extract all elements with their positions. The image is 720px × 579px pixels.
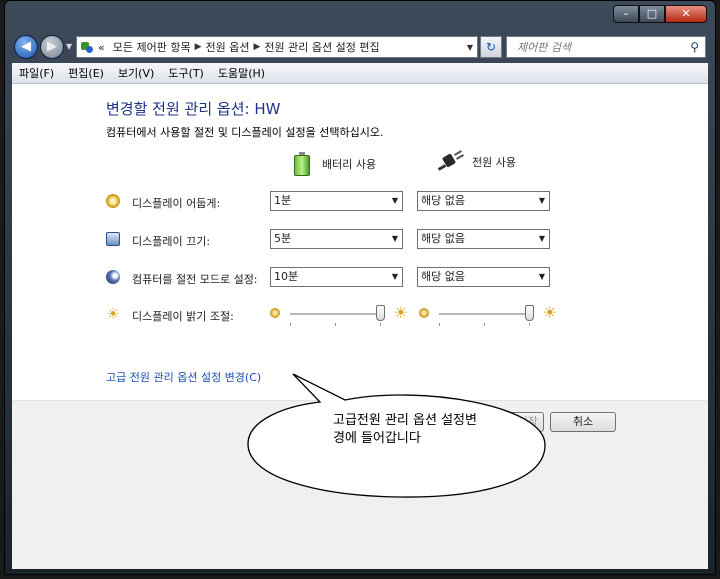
setting-label: 디스플레이 밝기 조절: [132,310,234,323]
dim-display-battery-select[interactable]: 1분 ▼ [270,191,403,211]
breadcrumb-separator-icon[interactable]: ▶ [195,42,202,52]
display-off-ac-select[interactable]: 해당 없음 ▼ [417,229,550,249]
address-dropdown-chevron-icon[interactable]: ▼ [467,43,473,52]
slider-tick [335,323,336,326]
sleep-icon [106,270,120,284]
menu-help[interactable]: 도움말(H) [211,65,272,81]
close-button[interactable]: ✕ [665,5,707,23]
slider-tick [529,323,530,326]
display-off-icon [106,232,120,246]
breadcrumb-all-items[interactable]: 모든 제어판 항목 [113,39,191,55]
dropdown-arrow-icon: ▼ [538,196,545,205]
slider-thumb[interactable] [376,305,385,321]
brightness-low-icon [270,308,280,318]
setting-label: 디스플레이 끄기: [132,235,211,248]
callout-text: 고급전원 관리 옵션 설정변경에 들어갑니다 [333,413,477,446]
select-value: 해당 없음 [421,232,465,245]
control-panel-icon [80,40,94,54]
slider-tick [380,323,381,326]
slider-tick [439,323,440,326]
slider-tick [484,323,485,326]
select-value: 1분 [274,194,292,207]
breadcrumb-lead[interactable]: « [98,41,105,54]
ac-column-label: 전원 사용 [472,156,516,169]
advanced-settings-link[interactable]: 고급 전원 관리 옵션 설정 변경(C) [106,369,261,385]
brightness-high-icon: ☀ [542,303,557,322]
dropdown-arrow-icon: ▼ [391,234,398,243]
breadcrumb-power-options[interactable]: 전원 옵션 [206,39,250,55]
refresh-button[interactable]: ↻ [480,36,502,58]
slider-track[interactable] [290,313,380,316]
select-value: 5분 [274,232,292,245]
menu-tools[interactable]: 도구(T) [161,65,211,81]
menu-view[interactable]: 보기(V) [111,65,161,81]
battery-column-header: 배터리 사용 [294,152,376,176]
select-value: 해당 없음 [421,270,465,283]
menu-file[interactable]: 파일(F) [12,65,61,81]
breadcrumb-separator-icon[interactable]: ▶ [253,42,260,52]
address-bar[interactable]: « 모든 제어판 항목 ▶ 전원 옵션 ▶ 전원 관리 옵션 설정 편집 ▼ [76,36,478,58]
search-box[interactable]: ⚲ [506,36,706,58]
brightness-high-icon: ☀ [393,303,408,322]
content-area: 변경할 전원 관리 옵션: HW 컴퓨터에서 사용할 절전 및 디스플레이 설정… [12,84,708,569]
slider-tick [290,323,291,326]
navigation-bar: ◀ ▶ ▼ « 모든 제어판 항목 ▶ 전원 옵션 ▶ 전원 관리 옵션 설정 … [12,35,708,59]
sleep-battery-select[interactable]: 10분 ▼ [270,267,403,287]
dropdown-arrow-icon: ▼ [538,234,545,243]
dropdown-arrow-icon: ▼ [391,196,398,205]
cancel-button[interactable]: 취소 [550,412,616,432]
brightness-sun-icon: ☀ [106,305,120,323]
dropdown-arrow-icon: ▼ [538,272,545,281]
dim-display-ac-select[interactable]: 해당 없음 ▼ [417,191,550,211]
setting-row-brightness: ☀ 디스플레이 밝기 조절: ☀ ☀ [106,303,666,326]
forward-button[interactable]: ▶ [40,35,64,59]
setting-row-sleep: 컴퓨터를 절전 모드로 설정: 10분 ▼ 해당 없음 ▼ [106,267,666,289]
brightness-ac-slider[interactable]: ☀ [417,303,557,326]
setting-row-display-off: 디스플레이 끄기: 5분 ▼ 해당 없음 ▼ [106,229,666,251]
select-value: 10분 [274,270,299,283]
breadcrumb-edit-plan[interactable]: 전원 관리 옵션 설정 편집 [264,39,379,55]
setting-label: 디스플레이 어둡게: [132,197,221,210]
menu-bar: 파일(F) 편집(E) 보기(V) 도구(T) 도움말(H) [12,63,708,84]
minimize-button[interactable]: – [613,5,639,23]
setting-label: 컴퓨터를 절전 모드로 설정: [132,273,258,286]
dropdown-arrow-icon: ▼ [391,272,398,281]
back-button[interactable]: ◀ [14,35,38,59]
brightness-low-icon [419,308,429,318]
select-value: 해당 없음 [421,194,465,207]
sleep-ac-select[interactable]: 해당 없음 ▼ [417,267,550,287]
slider-thumb[interactable] [525,305,534,321]
magnifier-icon[interactable]: ⚲ [690,40,699,54]
setting-row-dim-display: 디스플레이 어둡게: 1분 ▼ 해당 없음 ▼ [106,191,666,213]
recent-pages-chevron-icon[interactable]: ▼ [66,42,72,51]
brightness-battery-slider[interactable]: ☀ [268,303,408,326]
battery-column-label: 배터리 사용 [322,158,377,171]
menu-edit[interactable]: 편집(E) [61,65,111,81]
page-title: 변경할 전원 관리 옵션: HW [106,100,281,118]
caption-buttons: – □ ✕ [613,5,707,23]
page-subtitle: 컴퓨터에서 사용할 절전 및 디스플레이 설정을 선택하십시오. [106,126,384,139]
search-input[interactable] [515,39,679,55]
dim-display-icon [106,194,120,208]
battery-icon [294,152,310,176]
power-plug-icon [437,150,464,172]
ac-column-header: 전원 사용 [437,150,516,172]
slider-track[interactable] [439,313,529,316]
display-off-battery-select[interactable]: 5분 ▼ [270,229,403,249]
maximize-button[interactable]: □ [639,5,665,23]
